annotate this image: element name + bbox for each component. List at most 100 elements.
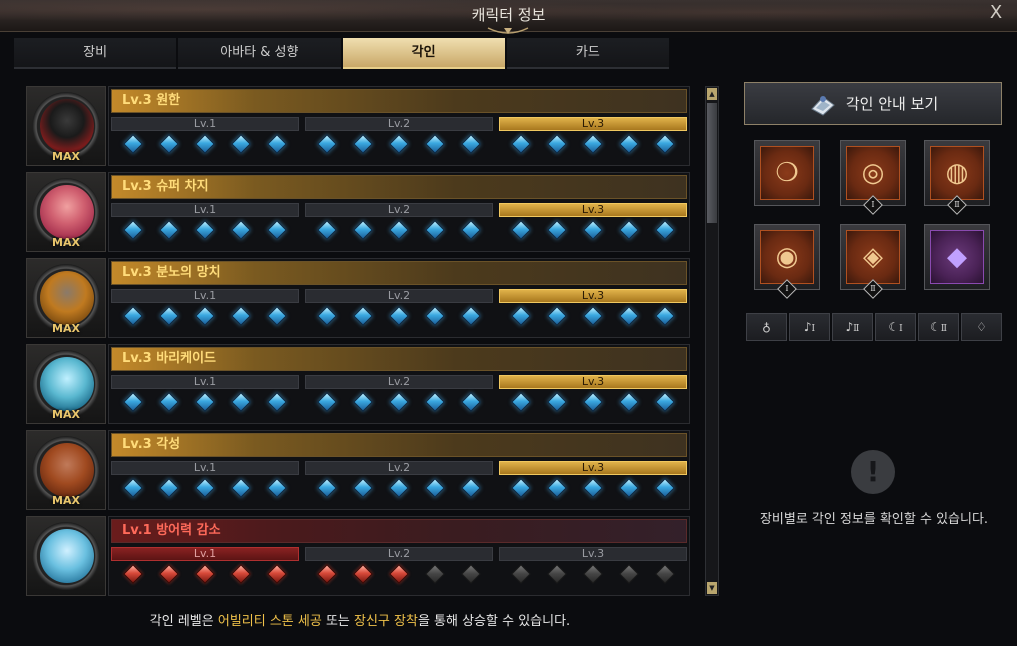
blue-gem-icon bbox=[511, 134, 531, 154]
filter-button[interactable]: ♁ bbox=[746, 313, 787, 341]
engraving-row[interactable]: MAX Lv.3 바리케이드 Lv.1 Lv.2 Lv.3 bbox=[26, 344, 692, 424]
blue-gem-icon bbox=[583, 478, 603, 498]
accessory-slot[interactable]: ◈ Ⅱ bbox=[840, 224, 906, 299]
red-gem-icon bbox=[123, 564, 143, 584]
scroll-thumb[interactable] bbox=[707, 103, 717, 223]
blue-gem-icon bbox=[159, 306, 179, 326]
max-badge: MAX bbox=[52, 494, 80, 507]
accessory-slot[interactable]: ◉ Ⅰ bbox=[754, 224, 820, 299]
blue-gem-icon bbox=[123, 392, 143, 412]
engraving-icon-frame: MAX bbox=[26, 258, 106, 338]
engraving-row[interactable]: MAX Lv.3 분노의 망치 Lv.1 Lv.2 Lv.3 bbox=[26, 258, 692, 338]
blue-gem-icon bbox=[317, 134, 337, 154]
red-gem-icon bbox=[195, 564, 215, 584]
ring-2-icon: ◈ bbox=[846, 230, 900, 284]
blue-gem-icon bbox=[619, 392, 639, 412]
blue-gem-icon bbox=[389, 478, 409, 498]
close-button[interactable]: X bbox=[985, 2, 1007, 24]
tab-card[interactable]: 카드 bbox=[506, 38, 669, 69]
scrollbar[interactable]: ▲ ▼ bbox=[705, 86, 719, 596]
blue-gem-icon bbox=[425, 392, 445, 412]
blue-gem-icon bbox=[389, 134, 409, 154]
engraving-row[interactable]: Lv.1 방어력 감소 Lv.1 Lv.2 Lv.3 bbox=[26, 516, 692, 596]
blue-gem-icon bbox=[317, 220, 337, 240]
level-segment: Lv.1 bbox=[111, 547, 299, 593]
max-badge: MAX bbox=[52, 408, 80, 421]
empty-gem-icon bbox=[547, 564, 567, 584]
slot-number: Ⅱ bbox=[870, 284, 876, 293]
gem-row bbox=[305, 303, 493, 326]
blue-gem-icon bbox=[195, 392, 215, 412]
gem-row bbox=[305, 389, 493, 412]
level-track: Lv.1 Lv.2 Lv.3 bbox=[111, 547, 687, 593]
footer-prefix: 각인 레벨은 bbox=[149, 614, 218, 629]
necklace-icon: ❍ bbox=[760, 146, 814, 200]
gem-row bbox=[111, 303, 299, 326]
level-label: Lv.1 bbox=[111, 203, 299, 217]
filter-button[interactable]: ♪Ⅰ bbox=[789, 313, 830, 341]
level-segment: Lv.3 bbox=[499, 547, 687, 593]
level-segment: Lv.2 bbox=[305, 375, 493, 421]
level-label: Lv.3 bbox=[499, 375, 687, 389]
engraving-row[interactable]: MAX Lv.3 각성 Lv.1 Lv.2 Lv.3 bbox=[26, 430, 692, 510]
blue-gem-icon bbox=[619, 478, 639, 498]
engraving-detail: Lv.3 분노의 망치 Lv.1 Lv.2 Lv.3 bbox=[108, 258, 690, 338]
red-gem-icon bbox=[159, 564, 179, 584]
engraving-row[interactable]: MAX Lv.3 원한 Lv.1 Lv.2 Lv.3 bbox=[26, 86, 692, 166]
title-bar: 캐릭터 정보 X bbox=[0, 0, 1017, 34]
filter-button[interactable]: ♪Ⅱ bbox=[832, 313, 873, 341]
level-label: Lv.2 bbox=[305, 375, 493, 389]
blue-gem-icon bbox=[159, 134, 179, 154]
empty-gem-icon bbox=[655, 564, 675, 584]
blue-gem-icon bbox=[159, 392, 179, 412]
ring-filter-icon: ☾ bbox=[930, 320, 941, 334]
filter-button[interactable]: ☾Ⅱ bbox=[918, 313, 959, 341]
level-label: Lv.1 bbox=[111, 547, 299, 561]
empty-gem-icon bbox=[461, 564, 481, 584]
red-gem-icon bbox=[267, 564, 287, 584]
accessory-slot[interactable]: ❍ bbox=[754, 140, 820, 206]
engraving-row[interactable]: MAX Lv.3 슈퍼 차지 Lv.1 Lv.2 Lv.3 bbox=[26, 172, 692, 252]
window-title: 캐릭터 정보 bbox=[471, 6, 546, 24]
level-label: Lv.3 bbox=[499, 547, 687, 561]
level-segment: Lv.1 bbox=[111, 375, 299, 421]
engraving-detail: Lv.3 슈퍼 차지 Lv.1 Lv.2 Lv.3 bbox=[108, 172, 690, 252]
engraving-icon-frame: MAX bbox=[26, 172, 106, 252]
scroll-down-button[interactable]: ▼ bbox=[707, 582, 717, 594]
level-label: Lv.1 bbox=[111, 289, 299, 303]
tab-equipment[interactable]: 장비 bbox=[14, 38, 177, 69]
filter-button[interactable]: ☾Ⅰ bbox=[875, 313, 916, 341]
gem-row bbox=[305, 217, 493, 240]
blue-gem-icon bbox=[123, 306, 143, 326]
blue-gem-icon bbox=[231, 392, 251, 412]
red-gem-icon bbox=[389, 564, 409, 584]
blue-gem-icon bbox=[231, 478, 251, 498]
accessory-slot[interactable]: ◍ Ⅱ bbox=[924, 140, 990, 215]
engraving-guide-button[interactable]: 각인 안내 보기 bbox=[744, 82, 1002, 125]
scroll-up-button[interactable]: ▲ bbox=[707, 88, 717, 100]
blue-gem-icon bbox=[547, 306, 567, 326]
gem-row bbox=[499, 131, 687, 154]
level-track: Lv.1 Lv.2 Lv.3 bbox=[111, 461, 687, 507]
max-badge: MAX bbox=[52, 236, 80, 249]
blue-gem-icon bbox=[317, 392, 337, 412]
tab-avatar-tendency[interactable]: 아바타 & 성향 bbox=[178, 38, 341, 69]
tab-engraving[interactable]: 각인 bbox=[342, 38, 505, 69]
blue-gem-icon bbox=[267, 478, 287, 498]
level-label: Lv.3 bbox=[499, 117, 687, 131]
accessory-slot[interactable]: ◎ Ⅰ bbox=[840, 140, 906, 215]
filter-suffix: Ⅰ bbox=[811, 324, 816, 334]
filter-suffix: Ⅱ bbox=[853, 324, 860, 334]
stone-filter-icon: ♢ bbox=[976, 320, 987, 334]
blue-gem-icon bbox=[655, 478, 675, 498]
blue-gem-icon bbox=[267, 306, 287, 326]
level-label: Lv.3 bbox=[499, 203, 687, 217]
blue-gem-icon bbox=[425, 478, 445, 498]
engraving-guide-label: 각인 안내 보기 bbox=[845, 95, 939, 113]
blue-gem-icon bbox=[619, 134, 639, 154]
accessory-slot[interactable]: ◆ bbox=[924, 224, 990, 290]
level-track: Lv.1 Lv.2 Lv.3 bbox=[111, 375, 687, 421]
blue-gem-icon bbox=[195, 306, 215, 326]
filter-button[interactable]: ♢ bbox=[961, 313, 1002, 341]
blue-gem-icon bbox=[231, 220, 251, 240]
